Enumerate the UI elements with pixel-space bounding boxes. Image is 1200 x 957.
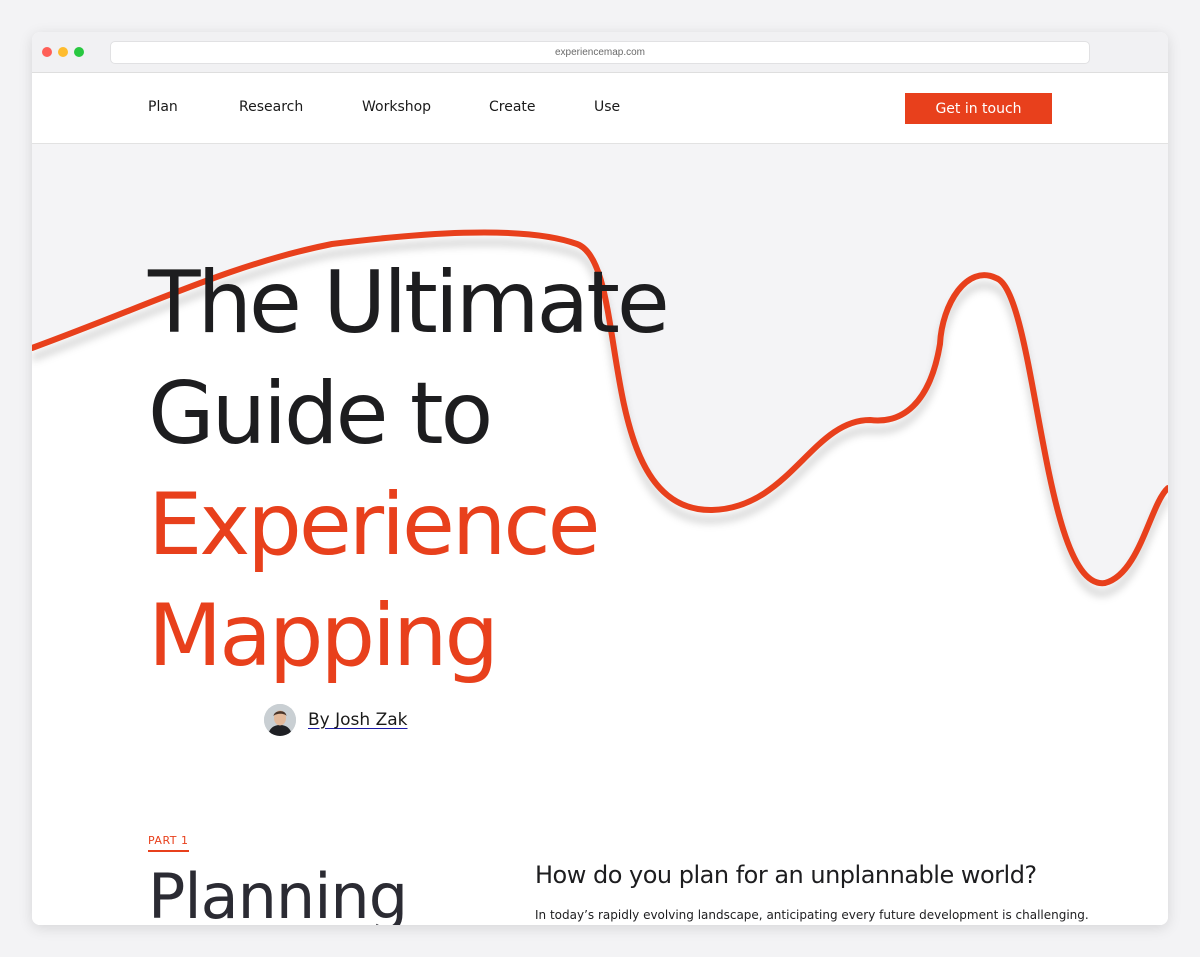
top-navigation: Plan Research Workshop Create Use Get in… — [32, 73, 1168, 144]
hero-title-line-2: Guide to — [148, 364, 493, 464]
hero-title-line-4: Mapping — [148, 586, 499, 686]
author-avatar — [264, 704, 296, 736]
hero-section: The Ultimate Guide to Experience Mapping… — [32, 144, 1168, 925]
section-question: How do you plan for an unplannable world… — [535, 861, 1037, 889]
hero-title-line-3: Experience — [148, 475, 601, 575]
part-label: PART 1 — [148, 834, 189, 852]
get-in-touch-button[interactable]: Get in touch — [905, 93, 1052, 124]
section-heading: Planning — [148, 860, 408, 925]
address-bar[interactable]: experiencemap.com — [110, 41, 1090, 64]
nav-link-use[interactable]: Use — [594, 99, 620, 115]
nav-link-workshop[interactable]: Workshop — [362, 99, 431, 115]
nav-link-research[interactable]: Research — [239, 99, 303, 115]
close-window-icon[interactable] — [42, 47, 52, 57]
nav-link-plan[interactable]: Plan — [148, 99, 178, 115]
section-intro: In today’s rapidly evolving landscape, a… — [535, 908, 1089, 922]
author-link[interactable]: By Josh Zak — [308, 710, 408, 730]
minimize-window-icon[interactable] — [58, 47, 68, 57]
browser-toolbar: experiencemap.com — [32, 32, 1168, 73]
zoom-window-icon[interactable] — [74, 47, 84, 57]
hero-title: The Ultimate Guide to Experience Mapping — [148, 248, 670, 692]
web-page: Plan Research Workshop Create Use Get in… — [32, 73, 1168, 925]
browser-window: experiencemap.com Plan Research Workshop… — [32, 32, 1168, 925]
nav-link-create[interactable]: Create — [489, 99, 536, 115]
hero-title-line-1: The Ultimate — [148, 253, 670, 353]
